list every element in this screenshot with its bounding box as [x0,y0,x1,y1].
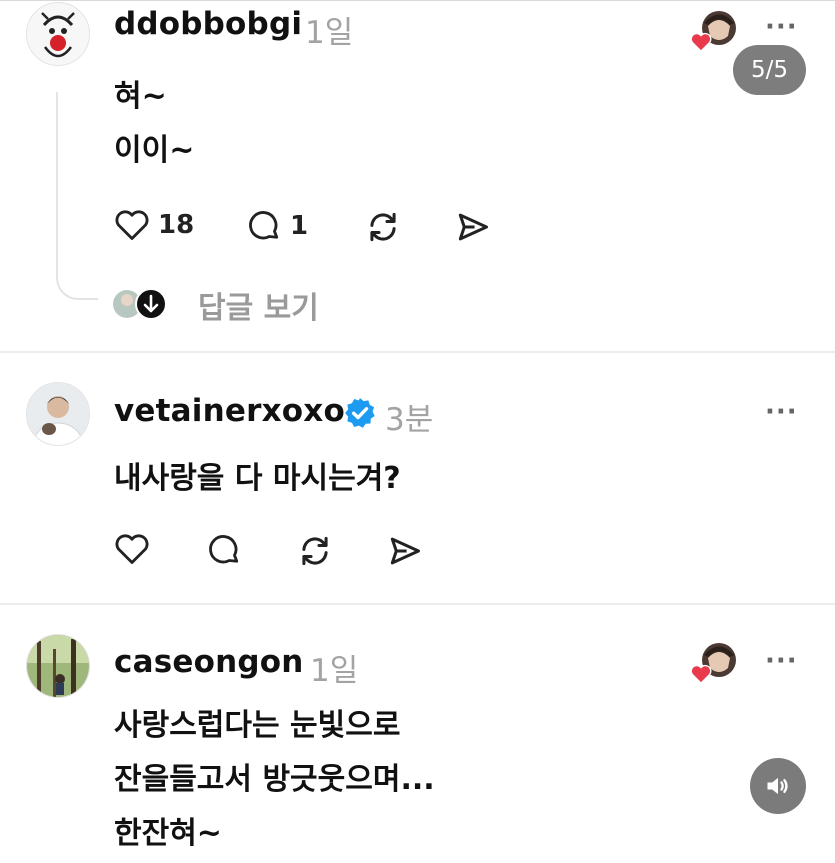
post-caseongon: caseongon 1일 ··· 사랑스럽다는 눈빛으로 잔을들고서 방긋웃으며… [0,604,835,863]
send-icon [458,213,488,241]
heart-icon [115,210,149,240]
post-line: 잔을들고서 방긋웃으며... [114,762,435,797]
username[interactable]: vetainerxoxo [114,393,345,429]
post-text: 사랑스럽다는 눈빛으로 잔을들고서 방긋웃으며... 한잔혀~ [114,699,435,861]
comment-button[interactable]: 1 [246,208,308,244]
timestamp: 1일 [305,15,354,51]
reply-avatars [113,286,173,322]
post-text: 혀~ 이이~ [114,70,194,178]
heart-badge-icon [690,664,712,684]
share-button[interactable] [454,208,492,246]
repost-icon [302,536,328,566]
send-icon [390,537,420,565]
share-button[interactable] [386,532,424,570]
more-options-button[interactable]: ··· [765,397,798,427]
post-text: 내사랑을 다 마시는겨? [114,452,401,506]
media-counter: 5/5 [733,45,806,95]
post-line: 한잔혀~ [114,816,222,851]
comment-button[interactable] [206,532,242,568]
post-vetainerxoxo: vetainerxoxo 3분 ··· 내사랑을 다 마시는겨? [0,352,835,602]
like-button[interactable] [114,532,150,566]
comment-icon [209,535,239,564]
more-options-button[interactable]: ··· [765,646,798,676]
speaker-icon [767,777,788,795]
post-actions [114,532,514,572]
liked-by-author-avatar [690,640,738,688]
more-options-button[interactable]: ··· [765,12,798,42]
heart-icon [115,534,149,564]
avatar-forest-photo-icon [27,635,89,697]
repost-button[interactable] [296,532,334,570]
post-line: 내사랑을 다 마시는겨? [114,461,401,496]
post-line: 혀~ [114,79,167,114]
avatar[interactable] [26,634,90,698]
like-button[interactable]: 18 [114,208,194,242]
timestamp: 3분 [385,402,434,438]
post-line: 사랑스럽다는 눈빛으로 [114,708,401,743]
liked-by-author-avatar [690,8,738,56]
post-actions: 18 1 [114,208,514,248]
heart-badge-icon [690,32,712,52]
post-ddobbobgi: ddobbobgi 1일 ··· 5/5 혀~ 이이~ 18 1 답글 보기 [0,0,835,350]
timestamp: 1일 [310,653,359,689]
avatar-illustration-icon [27,3,89,65]
reply-count: 1 [290,211,309,241]
username[interactable]: ddobbobgi [114,6,302,42]
avatar-photo-icon [27,383,89,445]
username[interactable]: caseongon [114,644,304,680]
like-count: 18 [158,210,195,240]
verified-badge-icon [345,398,375,428]
repost-button[interactable] [364,208,402,246]
avatar[interactable] [26,382,90,446]
avatar[interactable] [26,2,90,66]
post-line: 이이~ [114,133,195,168]
thread-line [56,92,98,300]
sound-toggle-button[interactable] [750,758,806,814]
repost-icon [370,212,396,242]
view-replies-link[interactable]: 답글 보기 [198,283,319,327]
comment-icon [249,211,279,240]
